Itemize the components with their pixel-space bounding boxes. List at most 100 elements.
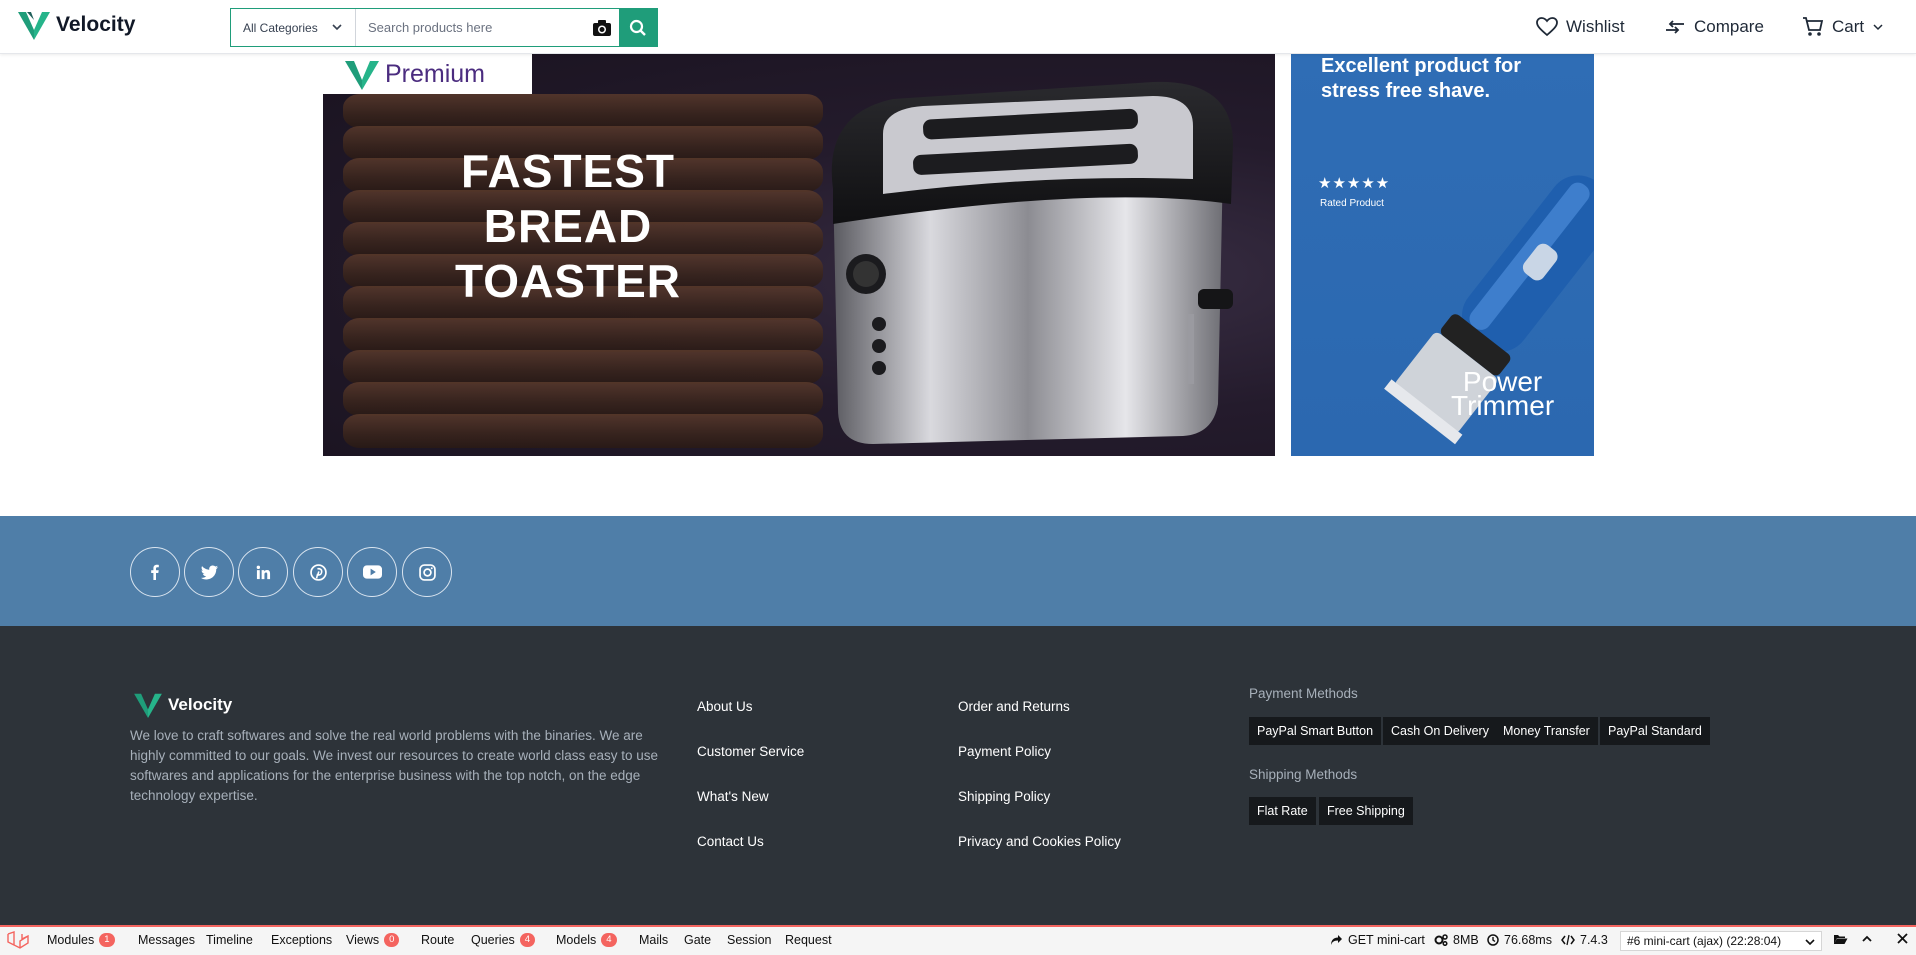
- debug-tab-queries[interactable]: Queries 4: [471, 933, 536, 947]
- debug-tab-label: Models: [556, 933, 597, 947]
- chevron-down-icon: [1805, 939, 1815, 946]
- chevron-down-icon: [332, 24, 342, 31]
- youtube-link[interactable]: [347, 547, 397, 597]
- twitter-icon: [200, 564, 218, 579]
- footer-link-order-returns[interactable]: Order and Returns: [958, 699, 1070, 714]
- footer-link-customer-service[interactable]: Customer Service: [697, 744, 804, 759]
- compare-label: Compare: [1694, 17, 1764, 36]
- footer-link-shipping-policy[interactable]: Shipping Policy: [958, 789, 1050, 804]
- share-icon: [1331, 935, 1342, 945]
- bread-slice-graphic: [343, 414, 823, 448]
- linkedin-link[interactable]: [238, 547, 288, 597]
- shipping-method-chip: Free Shipping: [1319, 797, 1413, 825]
- debug-open-button[interactable]: [1833, 933, 1848, 945]
- debug-tab-label: Modules: [47, 933, 95, 947]
- debug-tab-label: Messages: [138, 933, 195, 947]
- close-icon: [1897, 933, 1908, 944]
- site-header: Velocity All Categories Wishlist Compare…: [0, 0, 1916, 54]
- premium-badge-label: Premium: [385, 59, 486, 88]
- debug-tab-messages[interactable]: Messages: [138, 933, 195, 947]
- heart-icon: [1536, 17, 1558, 37]
- category-select-value: All Categories: [243, 20, 318, 35]
- debug-tab-route[interactable]: Route: [421, 933, 454, 947]
- debug-close-button[interactable]: [1897, 933, 1908, 944]
- payment-methods-heading: Payment Methods: [1249, 686, 1358, 701]
- payment-method-chip: PayPal Smart Button: [1249, 717, 1382, 745]
- debug-tab-session[interactable]: Session: [727, 933, 771, 947]
- payment-method-chip: PayPal Standard: [1600, 717, 1710, 745]
- debug-tab-models[interactable]: Models 4: [556, 933, 617, 947]
- debug-tab-label: Queries: [471, 933, 515, 947]
- code-icon: [1561, 934, 1575, 946]
- debug-tab-views[interactable]: Views 0: [346, 933, 400, 947]
- footer-link-contact-us[interactable]: Contact Us: [697, 834, 764, 849]
- pinterest-link[interactable]: [293, 547, 343, 597]
- payment-method-chip: Cash On Delivery: [1383, 717, 1497, 745]
- debug-tab-mails[interactable]: Mails: [639, 933, 668, 947]
- footer-link-privacy-policy[interactable]: Privacy and Cookies Policy: [958, 834, 1121, 849]
- facebook-link[interactable]: [130, 547, 180, 597]
- cart-icon: [1803, 17, 1824, 36]
- toaster-banner[interactable]: Premium FASTEST BREAD TOASTER: [323, 54, 1275, 456]
- debug-tab-exceptions[interactable]: Exceptions: [271, 933, 332, 947]
- debug-maximize-button[interactable]: [1861, 933, 1873, 945]
- debug-tab-badge: 0: [384, 933, 400, 947]
- debug-tab-gate[interactable]: Gate: [684, 933, 711, 947]
- compare-link[interactable]: Compare: [1664, 14, 1764, 40]
- image-search-button[interactable]: [585, 9, 619, 46]
- wishlist-link[interactable]: Wishlist: [1536, 14, 1625, 40]
- debug-tab-timeline[interactable]: Timeline: [206, 933, 253, 947]
- twitter-link[interactable]: [184, 547, 234, 597]
- debug-tab-label: Timeline: [206, 933, 253, 947]
- debug-tab-modules[interactable]: Modules 1: [47, 933, 115, 947]
- bread-slice-graphic: [343, 318, 823, 352]
- laravel-logo-icon[interactable]: [6, 931, 30, 951]
- folder-open-icon: [1834, 935, 1848, 944]
- product-title-line-2: Trimmer: [1451, 390, 1555, 421]
- search-icon: [629, 19, 646, 36]
- toaster-image: [831, 81, 1233, 444]
- bread-slice-graphic: [343, 94, 823, 128]
- search-input[interactable]: [356, 9, 585, 46]
- facebook-icon: [151, 564, 159, 580]
- premium-logo-icon: [345, 61, 379, 90]
- footer-link-payment-policy[interactable]: Payment Policy: [958, 744, 1051, 759]
- trimmer-product-title: Power Trimmer: [1451, 368, 1555, 421]
- footer-brand-logo[interactable]: Velocity: [134, 692, 232, 718]
- debug-tab-badge: 1: [99, 933, 115, 947]
- youtube-icon: [362, 565, 382, 579]
- footer-brand-name: Velocity: [168, 695, 233, 714]
- debug-tab-label: Gate: [684, 933, 712, 947]
- social-links-band: [0, 516, 1916, 626]
- footer-link-about-us[interactable]: About Us: [697, 699, 753, 714]
- debug-tab-request[interactable]: Request: [785, 933, 832, 947]
- instagram-link[interactable]: [402, 547, 452, 597]
- chevron-down-icon: [1873, 24, 1883, 31]
- brand-logo[interactable]: Velocity: [18, 10, 135, 40]
- instagram-icon: [418, 563, 436, 581]
- category-select[interactable]: All Categories: [231, 9, 356, 46]
- debug-php-version: 7.4.3: [1561, 933, 1608, 947]
- headline-line-1: FASTEST: [460, 145, 676, 197]
- debug-tab-badge: 4: [519, 933, 536, 947]
- bread-slice-graphic: [343, 382, 823, 416]
- trimmer-banner-headline: Excellent product for stress free shave.: [1321, 55, 1522, 102]
- laravel-logo-icon: [7, 931, 29, 949]
- pinterest-icon: [309, 563, 327, 581]
- premium-badge: Premium: [323, 54, 532, 94]
- debug-request-info[interactable]: GET mini-cart: [1330, 933, 1425, 947]
- debug-memory: 8MB: [1434, 933, 1479, 947]
- debug-tab-label: Exceptions: [271, 933, 333, 947]
- search-button[interactable]: [619, 9, 657, 46]
- debug-request-select[interactable]: #6 mini-cart (ajax) (22:28:04): [1620, 931, 1822, 951]
- linkedin-icon: [256, 565, 270, 579]
- search-bar: All Categories: [230, 8, 658, 47]
- cart-link[interactable]: Cart: [1802, 14, 1884, 40]
- footer-link-whats-new[interactable]: What's New: [697, 789, 769, 804]
- debug-tab-label: Views: [346, 933, 380, 947]
- cart-label: Cart: [1832, 17, 1865, 36]
- trimmer-banner[interactable]: Excellent product for stress free shave.…: [1291, 54, 1594, 456]
- bread-slice-graphic: [343, 350, 823, 384]
- shipping-method-chip: Flat Rate: [1249, 797, 1316, 825]
- site-footer: Velocity We love to craft softwares and …: [0, 626, 1916, 925]
